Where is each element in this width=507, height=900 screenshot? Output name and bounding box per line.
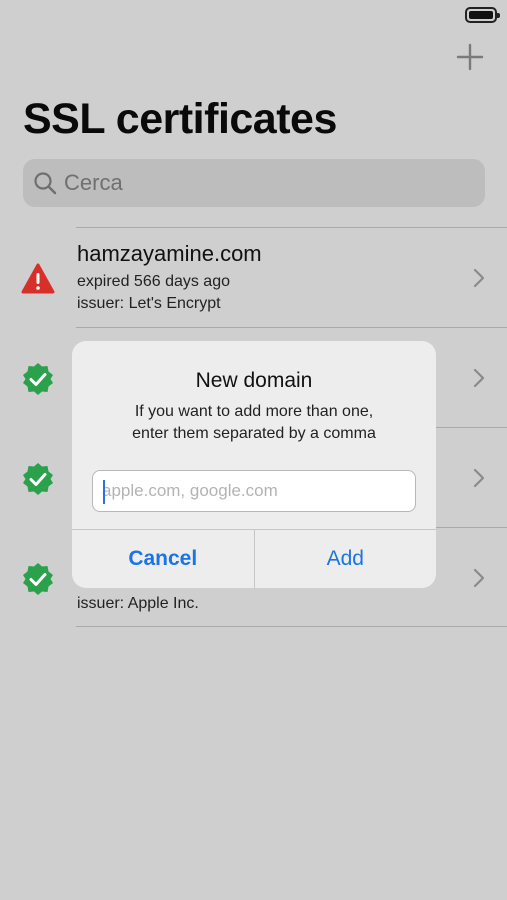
cancel-button[interactable]: Cancel (72, 530, 255, 588)
verified-badge-icon (23, 463, 53, 495)
verified-badge-icon (23, 563, 53, 595)
warning-icon (21, 263, 55, 294)
domain-input[interactable] (93, 471, 415, 511)
plus-icon (456, 43, 484, 71)
magnifier-icon (34, 172, 57, 195)
certificate-row[interactable]: hamzayamine.com expired 566 days ago iss… (21, 227, 507, 327)
add-certificate-button[interactable] (455, 42, 485, 72)
page-title: SSL certificates (23, 95, 337, 143)
search-bar[interactable] (23, 159, 485, 207)
add-button[interactable]: Add (255, 530, 437, 588)
certificate-domain: hamzayamine.com (77, 241, 262, 266)
dialog-message-line: enter them separated by a comma (132, 425, 376, 442)
chevron-right-icon (473, 468, 485, 488)
status-bar (0, 0, 507, 34)
dialog-message-line: If you want to add more than one, (134, 403, 374, 420)
battery-icon (465, 7, 500, 23)
new-domain-dialog: New domain If you want to add more than … (72, 341, 436, 588)
dialog-buttons: Cancel Add (72, 529, 436, 588)
chevron-right-icon (473, 268, 485, 288)
dialog-message: If you want to add more than one, enter … (92, 401, 416, 445)
certificate-issuer: issuer: Let's Encrypt (77, 295, 221, 312)
chevron-right-icon (473, 568, 485, 588)
domain-input-field[interactable] (92, 470, 416, 512)
certificate-expiry: expired 566 days ago (77, 273, 230, 290)
text-cursor (103, 480, 105, 504)
search-input[interactable] (64, 170, 464, 196)
certificate-issuer: issuer: Apple Inc. (77, 595, 199, 612)
dialog-title: New domain (195, 369, 313, 392)
verified-badge-icon (23, 363, 53, 395)
chevron-right-icon (473, 368, 485, 388)
